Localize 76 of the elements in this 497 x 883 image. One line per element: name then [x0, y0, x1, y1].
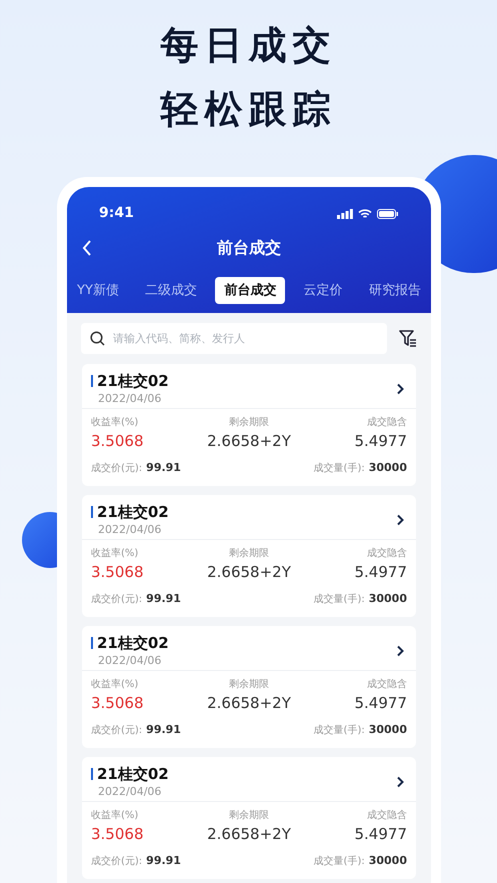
search-field[interactable]: 请输入代码、简称、发行人 [81, 323, 387, 354]
bond-name: 21桂交02 [97, 633, 169, 653]
implied-label: 成交隐含 [367, 809, 407, 823]
headline: 轻松跟踪 [160, 86, 336, 132]
back-icon[interactable] [82, 240, 92, 256]
signal-icon [337, 208, 353, 218]
term-value: 2.6658+2Y [207, 824, 291, 845]
implied-label: 成交隐含 [367, 547, 407, 561]
bond-name: 21桂交02 [97, 502, 169, 522]
yield-value: 3.5068 [91, 824, 144, 845]
headline: 每日成交 [160, 22, 336, 68]
implied-value: 5.4977 [354, 562, 407, 583]
term-label: 剩余期限 [228, 416, 269, 430]
yield-label: 收益率(%) [91, 416, 138, 430]
battery-icon [377, 208, 399, 218]
chevron-icon [396, 383, 404, 395]
trade-date: 2022/04/06 [97, 784, 162, 800]
title-marker [91, 768, 93, 780]
tab[interactable]: 研究报告 [360, 277, 429, 304]
title-marker [91, 637, 93, 649]
price-label: 成交价(元): [91, 724, 142, 738]
yield-label: 收益率(%) [91, 547, 138, 561]
implied-label: 成交隐含 [367, 678, 407, 692]
price-value: 99.91 [146, 591, 181, 607]
yield-label: 收益率(%) [91, 678, 138, 692]
filter-icon[interactable] [399, 330, 417, 347]
volume-label: 成交量(手): [314, 724, 365, 738]
chevron-icon [396, 645, 404, 657]
price-label: 成交价(元): [91, 854, 142, 869]
term-value: 2.6658+2Y [207, 431, 291, 452]
search-icon [90, 331, 105, 346]
volume-label: 成交量(手): [314, 854, 365, 869]
status-time: 9:41 [99, 204, 134, 223]
yield-label: 收益率(%) [91, 809, 138, 823]
yield-value: 3.5068 [91, 562, 144, 583]
tab[interactable]: 二级成交 [137, 277, 206, 304]
bond-card[interactable]: 21桂交02 2022/04/06 收益率(%) 3.5068 剩余期限 2.6658+2Y 成交隐含 5.4977 成交价(元): 99.91 成交量(手): 30000 [82, 495, 416, 617]
title-marker [91, 375, 93, 387]
wifi-icon [358, 208, 372, 218]
trade-date: 2022/04/06 [97, 391, 162, 407]
nav-title: 前台成交 [217, 237, 281, 259]
implied-label: 成交隐含 [367, 416, 407, 430]
volume-value: 30000 [368, 591, 407, 607]
implied-value: 5.4977 [354, 431, 407, 452]
title-marker [91, 506, 93, 518]
price-label: 成交价(元): [91, 462, 142, 476]
price-value: 99.91 [146, 853, 181, 869]
chevron-icon [396, 776, 404, 788]
trade-date: 2022/04/06 [97, 522, 162, 538]
tab[interactable]: 云定价 [296, 277, 351, 304]
term-label: 剩余期限 [228, 547, 269, 561]
term-label: 剩余期限 [228, 678, 269, 692]
volume-label: 成交量(手): [314, 462, 365, 476]
volume-value: 30000 [368, 722, 407, 738]
bond-card[interactable]: 21桂交02 2022/04/06 收益率(%) 3.5068 剩余期限 2.6658+2Y 成交隐含 5.4977 成交价(元): 99.91 成交量(手): 30000 [82, 364, 416, 486]
volume-label: 成交量(手): [314, 592, 365, 607]
price-label: 成交价(元): [91, 592, 142, 607]
tab[interactable]: YY新债 [69, 277, 127, 304]
volume-value: 30000 [368, 853, 407, 869]
tab[interactable]: 前台成交 [215, 277, 286, 304]
bond-name: 21桂交02 [97, 371, 169, 391]
term-value: 2.6658+2Y [207, 562, 291, 583]
term-label: 剩余期限 [228, 809, 269, 823]
implied-value: 5.4977 [354, 693, 407, 714]
price-value: 99.91 [146, 460, 181, 476]
price-value: 99.91 [146, 722, 181, 738]
bond-name: 21桂交02 [97, 764, 169, 784]
bond-card[interactable]: 21桂交02 2022/04/06 收益率(%) 3.5068 剩余期限 2.6658+2Y 成交隐含 5.4977 成交价(元): 99.91 成交量(手): 30000 [82, 626, 416, 748]
term-value: 2.6658+2Y [207, 693, 291, 714]
chevron-icon [396, 514, 404, 526]
yield-value: 3.5068 [91, 693, 144, 714]
implied-value: 5.4977 [354, 824, 407, 845]
yield-value: 3.5068 [91, 431, 144, 452]
trade-date: 2022/04/06 [97, 653, 162, 669]
volume-value: 30000 [368, 460, 407, 476]
bond-card[interactable]: 21桂交02 2022/04/06 收益率(%) 3.5068 剩余期限 2.6658+2Y 成交隐含 5.4977 成交价(元): 99.91 成交量(手): 30000 [82, 757, 416, 879]
